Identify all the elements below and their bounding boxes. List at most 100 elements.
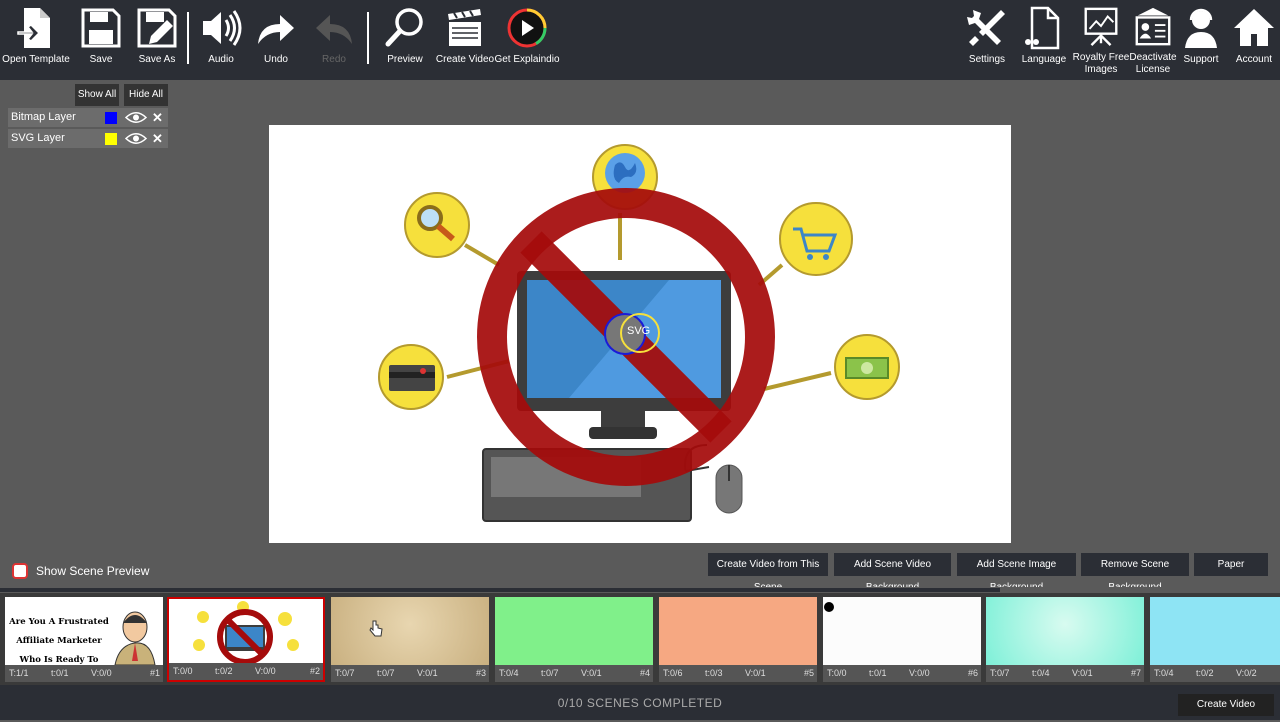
speaker-icon [203, 10, 242, 46]
save-as-button[interactable]: Save As [122, 6, 192, 76]
scene-video-count: V:0/1 [417, 668, 438, 678]
show-scene-preview-label: Show Scene Preview [36, 564, 150, 578]
open-template-icon [17, 8, 50, 48]
scene-image-count: t:0/7 [377, 668, 395, 678]
audio-label: Audio [208, 54, 234, 65]
delete-layer-icon[interactable]: ✕ [152, 108, 166, 127]
scene-strip: Are You A Frustrated Affiliate Marketer … [0, 593, 1280, 685]
open-template-button[interactable]: Open Template [1, 6, 71, 76]
scene-image-count: t:0/7 [541, 668, 559, 678]
layer-name: SVG Layer [11, 132, 65, 144]
scene-video-count: V:0/0 [909, 668, 930, 678]
scene-number: #1 [149, 668, 160, 678]
scene-video-count: V:0/0 [255, 666, 276, 676]
support-agent-icon [1185, 8, 1217, 48]
add-scene-video-background-button[interactable]: Add Scene Video Background [834, 553, 951, 593]
cartoon-man-icon [114, 611, 156, 665]
chart-easel-icon [1084, 7, 1118, 46]
scene-video-count: V:0/1 [745, 668, 766, 678]
explaindio-logo-icon [507, 8, 547, 48]
tools-icon [967, 10, 1005, 46]
create-video-from-scene-button[interactable]: Create Video from This Scene [708, 553, 828, 593]
scene-thumbnail-7[interactable]: T:0/7 t:0/4 V:0/1 #7 [986, 597, 1144, 682]
redo-label: Redo [322, 54, 346, 65]
magnifier-icon [385, 8, 423, 47]
language-icon [1025, 6, 1060, 50]
scene-2-preview-icon [193, 601, 299, 665]
account-button[interactable]: Account [1219, 6, 1280, 76]
scene-text-count: T:0/7 [335, 668, 355, 678]
scene-thumbnail-2[interactable]: T:0/0 t:0/2 V:0/0 #2 [167, 597, 325, 682]
scene-video-count: V:0/2 [1236, 668, 1257, 678]
save-as-label: Save As [138, 54, 176, 65]
save-icon [81, 8, 121, 48]
scene-canvas[interactable]: SVG [269, 125, 1011, 543]
account-label: Account [1235, 54, 1273, 65]
scene-text-count: T:0/7 [990, 668, 1010, 678]
scene-number: #2 [309, 666, 320, 676]
scene-text-count: T:0/0 [827, 668, 847, 678]
create-video-button[interactable]: Create Video [430, 6, 500, 76]
scene-thumbnail-6[interactable]: T:0/0 t:0/1 V:0/0 #6 [823, 597, 981, 682]
scene-image-count: t:0/2 [1196, 668, 1214, 678]
hide-all-button[interactable]: Hide All [124, 84, 168, 106]
create-video-label: Create Video [435, 54, 495, 65]
preview-label: Preview [387, 54, 423, 65]
scene-thumbnail-4[interactable]: T:0/4 t:0/7 V:0/1 #4 [495, 597, 653, 682]
remove-scene-background-button[interactable]: Remove Scene Background [1081, 553, 1189, 593]
save-label: Save [89, 54, 113, 65]
svg-badge-label: SVG [627, 325, 651, 337]
scene-text-count: T:0/6 [663, 668, 683, 678]
redo-arrow-icon [316, 15, 352, 44]
scene-thumb-caption: Are You A Frustrated Affiliate Marketer … [9, 617, 109, 665]
show-all-button[interactable]: Show All [75, 84, 119, 106]
scene-number: #6 [967, 668, 978, 678]
footer-create-video-button[interactable]: Create Video [1178, 694, 1274, 716]
eye-icon[interactable] [125, 132, 147, 145]
get-explaindio-button[interactable]: Get Explaindio [492, 6, 562, 76]
scene-thumbnail-3[interactable]: T:0/7 t:0/7 V:0/1 #3 [331, 597, 489, 682]
save-as-icon [137, 8, 177, 48]
scene-image-count: t:0/1 [869, 668, 887, 678]
paper-button[interactable]: Paper [1194, 553, 1268, 576]
clapperboard-icon [448, 9, 481, 46]
undo-arrow-icon [258, 15, 294, 44]
scene-image-count: t:0/3 [705, 668, 723, 678]
layer-row-svg[interactable]: SVG Layer ✕ [8, 129, 168, 148]
home-icon [1234, 9, 1274, 46]
scene-text-count: T:0/4 [499, 668, 519, 678]
status-bar: 0/10 SCENES COMPLETED Create Video [0, 685, 1280, 720]
layer-name: Bitmap Layer [11, 111, 76, 123]
scene-text-count: T:0/0 [173, 666, 193, 676]
hand-cursor-icon [369, 620, 383, 637]
layer-row-bitmap[interactable]: Bitmap Layer ✕ [8, 108, 168, 127]
scene-video-count: V:0/1 [1072, 668, 1093, 678]
scene-image-count: t:0/2 [215, 666, 233, 676]
scene-image-count: t:0/4 [1032, 668, 1050, 678]
scrollbar-thumb[interactable] [0, 588, 1000, 592]
undo-label: Undo [264, 54, 288, 65]
scene-number: #7 [1130, 668, 1141, 678]
add-scene-image-background-button[interactable]: Add Scene Image Background [957, 553, 1076, 593]
scene-text-count: T:1/1 [9, 668, 29, 678]
eye-icon[interactable] [125, 111, 147, 124]
settings-label: Settings [968, 54, 1006, 65]
get-explaindio-label: Get Explaindio [494, 54, 560, 65]
checkbox-box[interactable] [12, 563, 28, 579]
redo-button[interactable]: Redo [299, 6, 369, 76]
toolbar-separator [367, 12, 369, 64]
scene-video-count: V:0/0 [91, 668, 112, 678]
layer-color-swatch[interactable] [105, 133, 117, 145]
scene-image-count: t:0/1 [51, 668, 69, 678]
layer-color-swatch[interactable] [105, 112, 117, 124]
scene-thumbnail-8[interactable]: T:0/4 t:0/2 V:0/2 [1150, 597, 1280, 682]
delete-layer-icon[interactable]: ✕ [152, 129, 166, 148]
scene-thumbnail-5[interactable]: T:0/6 t:0/3 V:0/1 #5 [659, 597, 817, 682]
scenes-completed-status: 0/10 SCENES COMPLETED [557, 696, 723, 710]
dot-marker-icon [824, 602, 834, 612]
scene-video-count: V:0/1 [581, 668, 602, 678]
show-scene-preview-checkbox[interactable]: Show Scene Preview [12, 563, 149, 579]
language-label: Language [1021, 54, 1067, 65]
scene-number: #4 [639, 668, 650, 678]
scene-thumbnail-1[interactable]: Are You A Frustrated Affiliate Marketer … [5, 597, 163, 682]
